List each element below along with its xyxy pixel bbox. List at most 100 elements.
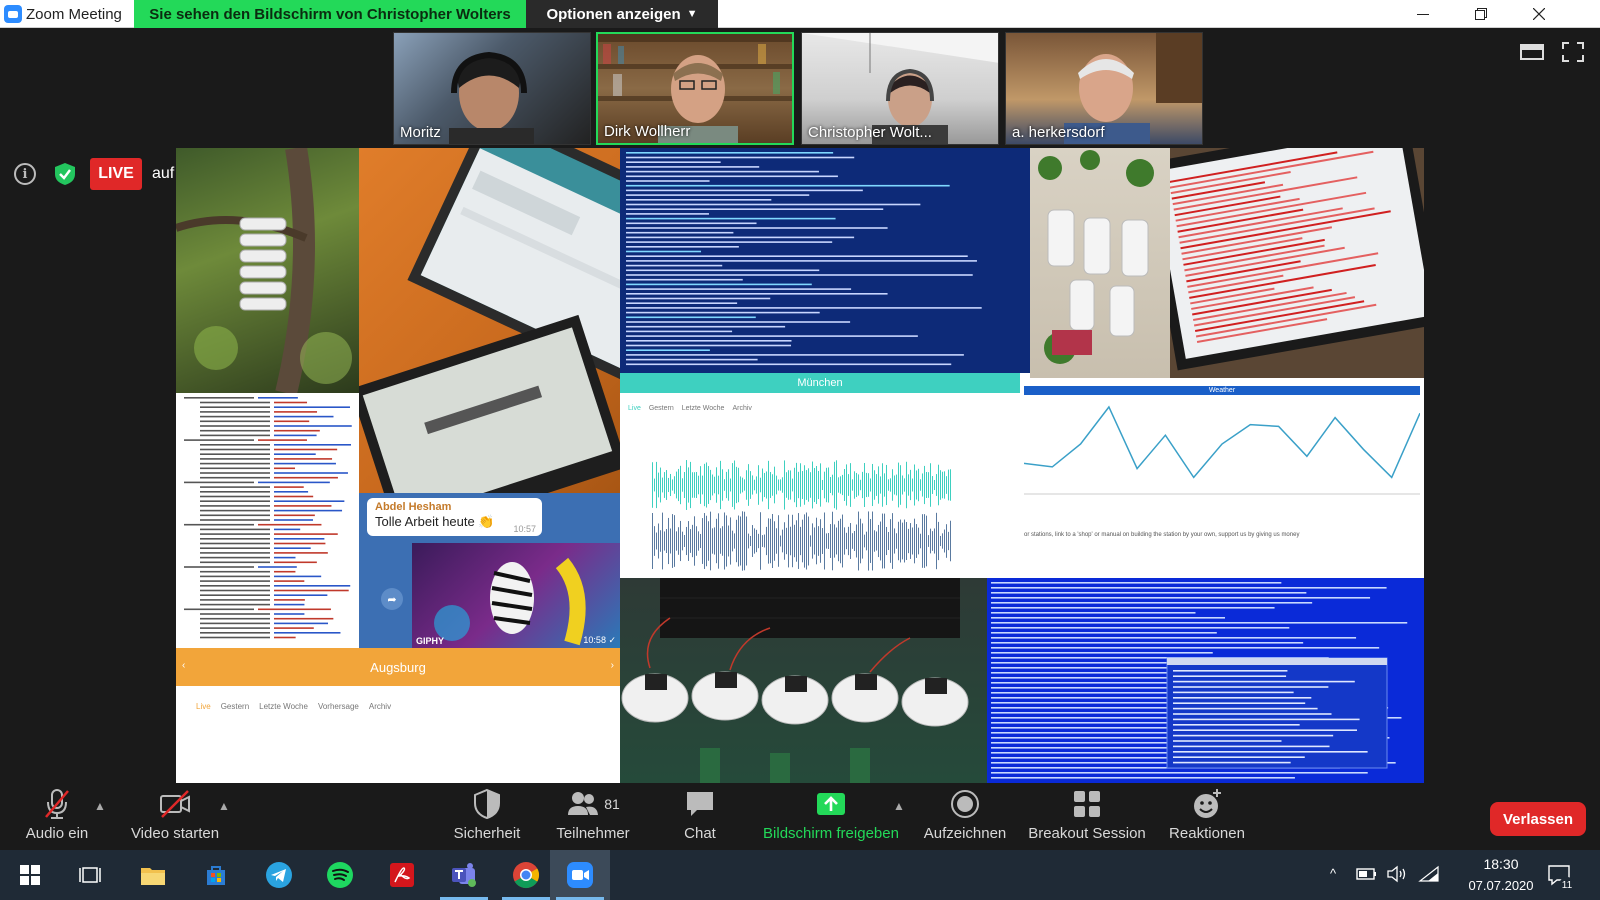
meeting-info-icon[interactable]: i [14,163,36,185]
share-screen-button[interactable]: Bildschirm freigeben [756,787,906,842]
text-line [770,518,771,564]
text-line [802,471,803,499]
fullscreen-button[interactable] [1562,42,1586,62]
text-line [704,513,705,569]
text-line [274,420,310,423]
reactions-label: Reaktionen [1169,825,1245,842]
text-line [274,599,305,601]
text-line [274,617,334,620]
task-view-button[interactable] [60,850,120,900]
text-line [200,533,270,535]
clock-time[interactable]: 18:30 [1466,856,1536,872]
clock-date[interactable]: 07.07.2020 [1456,878,1546,893]
text-line [766,526,767,556]
view-options-button[interactable]: Optionen anzeigen ▼ [526,0,718,28]
text-line [200,444,270,446]
text-line [626,278,743,281]
text-line [678,527,679,555]
text-line [200,542,270,545]
participant-video-christopher-wolters[interactable]: Christopher Wolt... [801,32,999,145]
text-line [626,152,834,154]
augsburg-tab: Live [196,702,211,711]
text-line [738,515,739,567]
participants-icon [568,792,599,815]
text-line [932,531,933,551]
munich-tab: Archiv [732,405,752,412]
text-line [680,520,681,562]
text-line [200,509,270,512]
text-line [274,603,305,606]
text-line [626,222,757,225]
chevron-up-icon[interactable]: ^ [1330,866,1336,881]
text-line [948,469,949,501]
spotify-button[interactable] [310,850,370,900]
text-line [626,241,833,243]
text-line [748,464,749,506]
text-line [754,528,755,554]
text-line [692,472,693,498]
shared-screen[interactable]: Abdel Hesham Tolle Arbeit heute 👏 10:57 … [176,148,1424,783]
volume-icon[interactable] [1386,865,1408,883]
participant-video-a-herkersdorf[interactable]: a. herkersdorf [1005,32,1203,145]
text-line [626,208,884,210]
battery-icon[interactable] [1356,867,1378,881]
text-line [794,524,795,558]
text-line [696,471,697,499]
text-line [626,175,838,178]
microsoft-store-button[interactable] [186,850,246,900]
leave-meeting-button[interactable]: Verlassen [1490,802,1586,836]
text-line [704,463,705,507]
participant-video-dirk-wollherr[interactable]: Dirk Wollherr [596,32,794,145]
text-line [694,472,695,498]
video-button[interactable]: Video starten [100,787,250,842]
teams-button[interactable] [434,850,494,900]
text-line [274,434,317,437]
text-line [930,463,931,507]
text-line [884,513,885,569]
text-line [274,472,348,474]
text-line [834,461,835,509]
text-line [728,469,729,501]
text-line [274,556,296,559]
text-line [790,470,791,500]
wifi-icon[interactable] [1418,865,1440,883]
text-line [934,528,935,554]
chat-button[interactable]: Chat [625,787,775,842]
chat-label: Chat [684,825,716,842]
text-line [860,479,861,491]
acrobat-reader-button[interactable] [372,850,432,900]
text-line [728,525,729,557]
text-line [991,642,1304,644]
zoom-taskbar-button[interactable] [550,850,610,900]
telegram-button[interactable] [249,850,309,900]
text-line [772,513,773,569]
participant-name: Dirk Wollherr [604,123,691,140]
start-button[interactable] [0,850,60,900]
text-line [896,533,897,549]
chrome-button[interactable] [496,850,556,900]
video-options-caret-icon[interactable]: ▲ [218,799,230,813]
text-line [274,491,309,493]
encryption-shield-icon[interactable] [52,161,78,187]
gallery-view-button[interactable] [1520,42,1544,62]
text-line [200,458,270,460]
file-explorer-button[interactable] [123,850,183,900]
gif-dance-image [434,557,586,646]
minimize-button[interactable] [1400,0,1446,28]
text-line [828,467,829,503]
text-line [844,527,845,555]
participant-video-moritz[interactable]: Moritz [393,32,591,145]
text-line [656,461,657,509]
text-line [786,472,787,498]
live-badge[interactable]: LIVE [90,158,142,190]
close-button[interactable] [1516,0,1562,28]
restore-button[interactable] [1458,0,1504,28]
reactions-button[interactable]: Reaktionen [1132,787,1282,842]
text-line [928,535,929,547]
participants-label: Teilnehmer [556,825,630,842]
text-line [938,521,939,561]
record-label: Aufzeichnen [923,825,1007,842]
text-line [1173,713,1332,715]
video-label: Video starten [130,825,220,842]
text-line [778,515,779,567]
